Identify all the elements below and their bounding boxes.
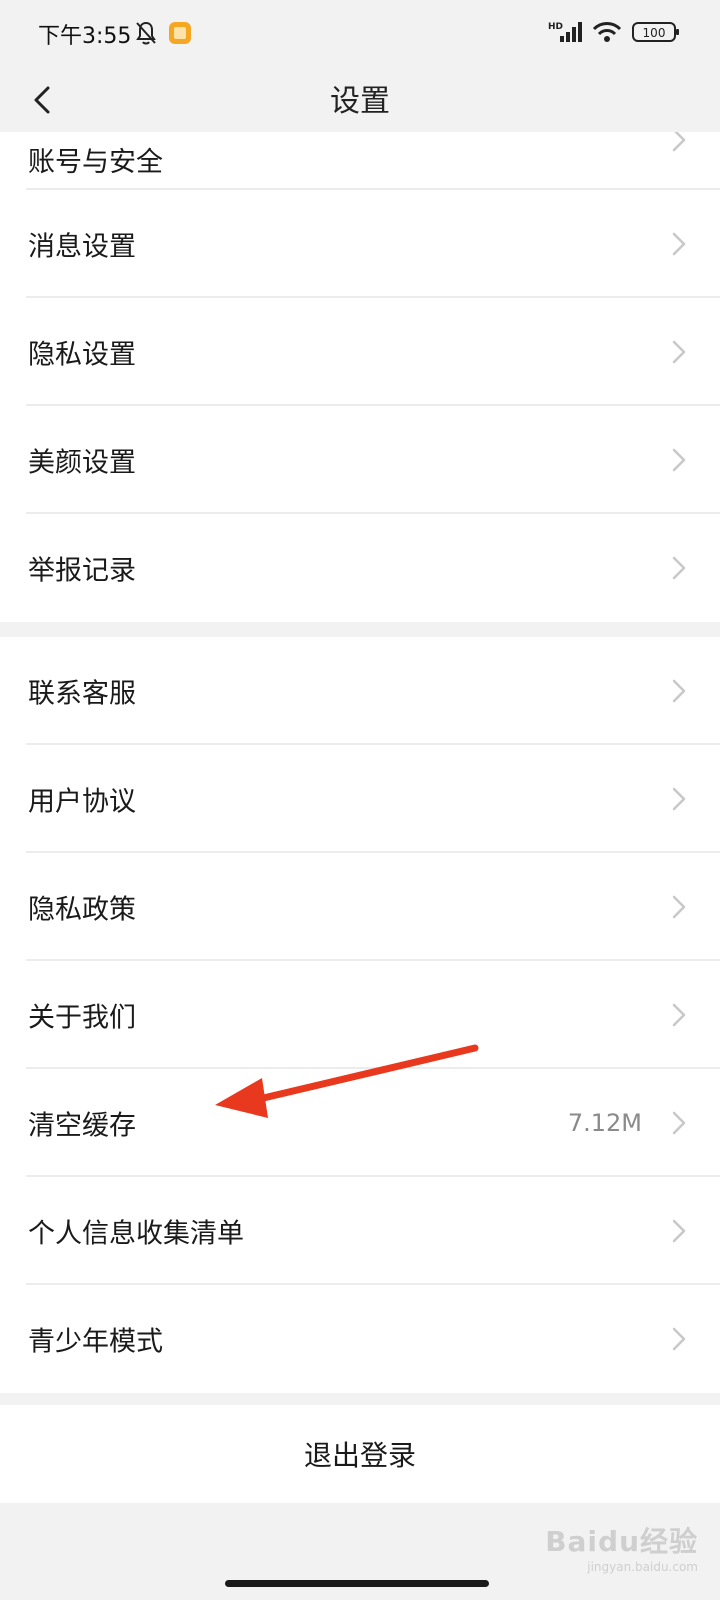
battery-level: 100 bbox=[643, 26, 666, 40]
chevron-right-icon bbox=[672, 787, 686, 811]
settings-item-label: 青少年模式 bbox=[28, 1326, 163, 1358]
chevron-right-icon bbox=[672, 132, 686, 152]
status-time: 下午3:55 bbox=[38, 24, 132, 49]
settings-item-teen-mode[interactable]: 青少年模式 bbox=[0, 1285, 720, 1393]
settings-group-general: 联系客服 用户协议 隐私政策 关于我们 清空缓存 7.12M 个人信息收集清单 … bbox=[0, 637, 720, 1393]
bell-off-icon bbox=[134, 20, 158, 50]
settings-item-label: 个人信息收集清单 bbox=[28, 1218, 244, 1250]
hd-signal-icon: HD bbox=[548, 20, 582, 48]
settings-item-privacy-policy[interactable]: 隐私政策 bbox=[0, 853, 720, 961]
settings-item-message[interactable]: 消息设置 bbox=[0, 190, 720, 298]
cache-size-value: 7.12M bbox=[567, 1109, 642, 1137]
chevron-right-icon bbox=[672, 895, 686, 919]
settings-item-label: 清空缓存 bbox=[28, 1110, 136, 1142]
chevron-right-icon bbox=[672, 1219, 686, 1243]
chevron-right-icon bbox=[672, 232, 686, 256]
settings-item-user-agreement[interactable]: 用户协议 bbox=[0, 745, 720, 853]
page-title: 设置 bbox=[330, 84, 390, 119]
app-notification-icon bbox=[168, 21, 192, 49]
svg-text:HD: HD bbox=[548, 22, 563, 32]
settings-item-label: 美颜设置 bbox=[28, 447, 136, 479]
settings-item-account-security[interactable]: 账号与安全 bbox=[0, 132, 720, 190]
settings-item-customer-service[interactable]: 联系客服 bbox=[0, 637, 720, 745]
watermark-url: jingyan.baidu.com bbox=[587, 1560, 698, 1574]
settings-item-label: 隐私政策 bbox=[28, 894, 136, 926]
watermark-logo: Baidu经验 bbox=[545, 1525, 698, 1558]
settings-group-account: 账号与安全 消息设置 隐私设置 美颜设置 举报记录 bbox=[0, 132, 720, 622]
logout-button[interactable]: 退出登录 bbox=[0, 1405, 720, 1503]
chevron-right-icon bbox=[672, 1003, 686, 1027]
settings-item-label: 消息设置 bbox=[28, 231, 136, 263]
logout-label: 退出登录 bbox=[303, 1439, 416, 1472]
settings-item-clear-cache[interactable]: 清空缓存 7.12M bbox=[0, 1069, 720, 1177]
battery-icon: 100 bbox=[632, 20, 680, 48]
settings-item-label: 联系客服 bbox=[28, 678, 136, 710]
settings-item-privacy[interactable]: 隐私设置 bbox=[0, 298, 720, 406]
status-bar: 下午3:55 HD 100 bbox=[0, 0, 720, 70]
settings-item-personal-info-list[interactable]: 个人信息收集清单 bbox=[0, 1177, 720, 1285]
settings-item-report-records[interactable]: 举报记录 bbox=[0, 514, 720, 622]
wifi-icon bbox=[592, 20, 622, 48]
chevron-right-icon bbox=[672, 448, 686, 472]
settings-item-label: 隐私设置 bbox=[28, 339, 136, 371]
settings-item-about-us[interactable]: 关于我们 bbox=[0, 961, 720, 1069]
settings-item-label: 账号与安全 bbox=[28, 147, 163, 178]
chevron-right-icon bbox=[672, 340, 686, 364]
watermark: Baidu经验 jingyan.baidu.com bbox=[545, 1520, 698, 1574]
home-indicator bbox=[225, 1580, 489, 1587]
settings-item-label: 关于我们 bbox=[28, 1002, 136, 1034]
chevron-right-icon bbox=[672, 679, 686, 703]
settings-item-beauty[interactable]: 美颜设置 bbox=[0, 406, 720, 514]
chevron-right-icon bbox=[672, 1327, 686, 1351]
header: 设置 bbox=[0, 70, 720, 132]
chevron-right-icon bbox=[672, 1111, 686, 1135]
settings-item-label: 用户协议 bbox=[28, 786, 136, 818]
chevron-right-icon bbox=[672, 556, 686, 580]
settings-item-label: 举报记录 bbox=[28, 555, 136, 587]
